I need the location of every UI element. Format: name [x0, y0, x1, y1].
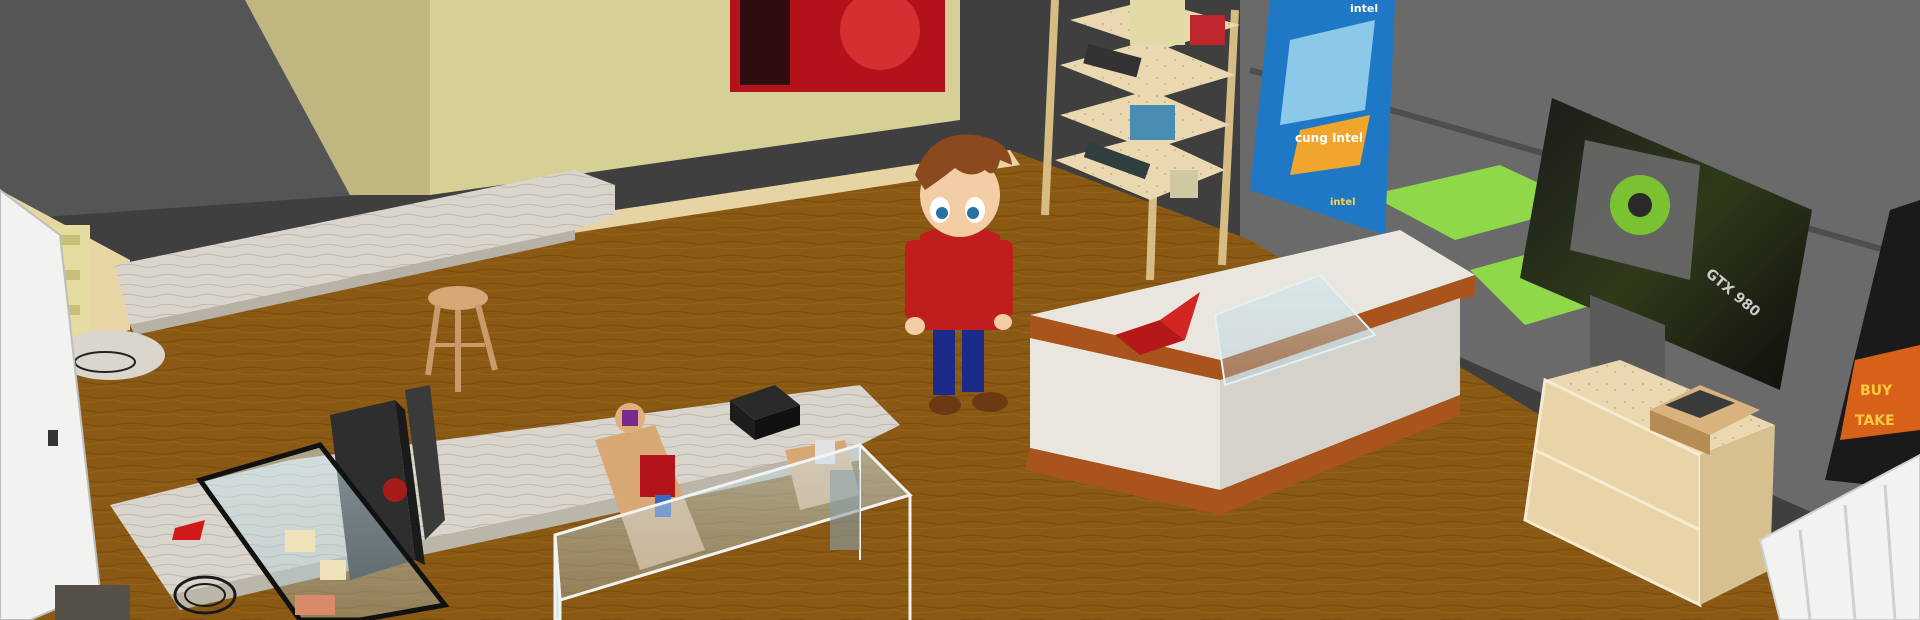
shelf-box-red[interactable] — [1190, 15, 1225, 45]
shop-scene[interactable]: intel cung Intel intel GTX 980 BUY TAKE — [0, 0, 1920, 620]
intel-logo-text: intel — [1350, 2, 1378, 15]
game-viewport[interactable]: intel cung Intel intel GTX 980 BUY TAKE — [0, 0, 1920, 620]
floor-box[interactable] — [55, 585, 130, 620]
amd-poster-line1: BUY — [1860, 383, 1893, 399]
player-pants — [933, 320, 955, 395]
shelf-small-box[interactable] — [1170, 170, 1198, 198]
shelf-box-cream[interactable] — [1130, 0, 1185, 45]
intel-headline: cung Intel — [1295, 131, 1363, 145]
intel-badge: intel — [1330, 197, 1356, 208]
shelf-box-blue[interactable] — [1130, 105, 1175, 140]
red-poster[interactable] — [730, 0, 945, 92]
player-shirt — [918, 225, 1005, 330]
amd-poster-line2: TAKE — [1855, 413, 1895, 429]
